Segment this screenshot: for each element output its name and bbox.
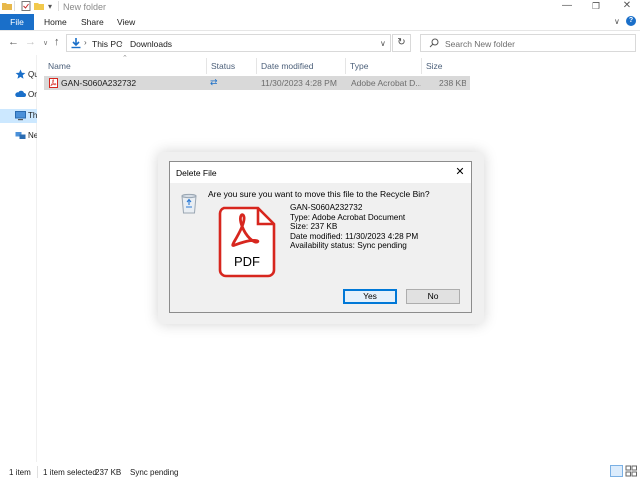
window-title: New folder bbox=[63, 2, 107, 12]
sidebar-item-label: OneDrive bbox=[28, 90, 37, 99]
maximize-icon: ❐ bbox=[591, 1, 601, 11]
title-divider bbox=[58, 1, 59, 11]
address-bar[interactable]: › This PC › Downloads ∨ bbox=[66, 34, 391, 52]
table-row[interactable]: GAN-S060A232732 ⇄ 11/30/2023 4:28 PM Ado… bbox=[44, 76, 470, 90]
yes-button[interactable]: Yes bbox=[343, 289, 397, 304]
ribbon: File Home Share View ∨ ? bbox=[0, 14, 640, 31]
minimize-button[interactable]: — bbox=[552, 0, 582, 14]
status-bar: 1 item 1 item selected 237 KB Sync pendi… bbox=[0, 462, 640, 480]
sync-pending-icon: ⇄ bbox=[210, 77, 218, 87]
details-view-icon[interactable] bbox=[610, 465, 623, 477]
detail-file-type: Type: Adobe Acrobat Document bbox=[290, 212, 406, 222]
qa-divider bbox=[14, 1, 15, 11]
folder-icon[interactable] bbox=[2, 1, 12, 11]
detail-date-modified: Date modified: 11/30/2023 4:28 PM bbox=[290, 231, 419, 241]
pdf-file-icon: PDF bbox=[218, 206, 276, 278]
forward-arrow-icon[interactable]: → bbox=[25, 36, 36, 48]
dialog-question: Are you sure you want to move this file … bbox=[208, 189, 430, 199]
sidebar-item-onedrive[interactable]: OneDrive bbox=[15, 89, 37, 101]
refresh-icon: ↻ bbox=[397, 37, 406, 48]
pdf-file-icon bbox=[49, 78, 58, 88]
up-arrow-icon[interactable]: ↑ bbox=[54, 36, 60, 48]
close-icon: ✕ bbox=[622, 0, 632, 11]
help-icon[interactable]: ? bbox=[626, 16, 636, 26]
new-folder-icon[interactable] bbox=[34, 1, 44, 11]
search-placeholder: Search New folder bbox=[445, 39, 515, 49]
column-header-type[interactable]: Type bbox=[346, 58, 422, 74]
sidebar-item-label: This PC bbox=[28, 111, 37, 120]
expand-ribbon-icon[interactable]: ∨ bbox=[614, 17, 620, 26]
star-icon bbox=[15, 69, 26, 79]
computer-icon bbox=[15, 111, 26, 121]
search-icon bbox=[429, 38, 439, 48]
pdf-icon-label: PDF bbox=[234, 254, 260, 269]
sync-status: Sync pending bbox=[130, 468, 179, 477]
maximize-button[interactable]: ❐ bbox=[581, 0, 611, 14]
column-header-date-modified[interactable]: Date modified bbox=[257, 58, 346, 74]
file-details: GAN-S060A232732 Type: Adobe Acrobat Docu… bbox=[290, 203, 418, 251]
tab-view[interactable]: View bbox=[117, 14, 135, 30]
file-date-modified: 11/30/2023 4:28 PM bbox=[261, 78, 337, 88]
navigation-bar: ← → ∨ ↑ › This PC › Downloads ∨ ↻ Search… bbox=[0, 31, 640, 55]
close-button[interactable]: ✕ bbox=[612, 0, 640, 14]
back-arrow-icon[interactable]: ← bbox=[8, 36, 19, 48]
tab-file[interactable]: File bbox=[0, 14, 34, 30]
file-size: 238 KB bbox=[439, 78, 466, 88]
sidebar-item-label: Network bbox=[28, 131, 37, 140]
dialog-close-button[interactable]: ✕ bbox=[452, 165, 468, 180]
sidebar-item-this-pc[interactable]: This PC bbox=[15, 110, 37, 122]
recycle-bin-icon bbox=[181, 193, 197, 214]
detail-file-name: GAN-S060A232732 bbox=[290, 203, 363, 212]
recent-locations-icon[interactable]: ∨ bbox=[43, 39, 48, 47]
dialog-title-bar: Delete File ✕ bbox=[170, 162, 471, 183]
breadcrumb-chevron-icon[interactable]: › bbox=[84, 38, 87, 47]
search-input[interactable]: Search New folder bbox=[420, 34, 636, 52]
column-header-size[interactable]: Size bbox=[422, 58, 472, 74]
title-bar: ▾ New folder — ❐ ✕ bbox=[0, 0, 640, 14]
breadcrumb-downloads[interactable]: Downloads bbox=[130, 39, 172, 49]
selection-count: 1 item selected bbox=[43, 468, 97, 477]
no-button[interactable]: No bbox=[406, 289, 460, 304]
minimize-icon: — bbox=[562, 0, 572, 11]
sidebar-item-quick-access[interactable]: Quick access bbox=[15, 69, 37, 81]
customize-arrow-icon[interactable]: ▾ bbox=[48, 2, 58, 12]
close-icon: ✕ bbox=[455, 166, 465, 178]
breadcrumb-chevron-icon[interactable]: › bbox=[120, 38, 123, 47]
detail-file-size: Size: 237 KB bbox=[290, 222, 338, 232]
file-name: GAN-S060A232732 bbox=[61, 78, 137, 88]
downloads-icon bbox=[71, 38, 81, 49]
navigation-pane: Quick access OneDrive This PC Network bbox=[0, 55, 37, 462]
tab-share[interactable]: Share bbox=[81, 14, 104, 30]
refresh-button[interactable]: ↻ bbox=[392, 34, 411, 52]
column-header-name[interactable]: Name bbox=[44, 58, 207, 74]
breadcrumb-this-pc[interactable]: This PC bbox=[92, 39, 122, 49]
detail-availability: Availability status: Sync pending bbox=[290, 241, 407, 251]
large-icons-view-icon[interactable] bbox=[625, 465, 638, 477]
address-dropdown-icon[interactable]: ∨ bbox=[380, 39, 386, 48]
network-icon bbox=[15, 132, 26, 139]
item-count: 1 item bbox=[9, 468, 31, 477]
cloud-icon bbox=[15, 90, 26, 97]
selection-size: 237 KB bbox=[95, 468, 122, 477]
dialog-title: Delete File bbox=[176, 168, 217, 178]
sidebar-item-label: Quick access bbox=[28, 70, 37, 79]
delete-file-dialog: Delete File ✕ Are you sure you want to m… bbox=[169, 161, 472, 313]
file-type: Adobe Acrobat D... bbox=[351, 78, 421, 88]
properties-check-icon[interactable] bbox=[21, 1, 31, 11]
status-divider bbox=[37, 466, 38, 478]
column-header-status[interactable]: Status bbox=[207, 58, 257, 74]
sidebar-item-network[interactable]: Network bbox=[15, 130, 37, 142]
tab-home[interactable]: Home bbox=[44, 14, 67, 30]
